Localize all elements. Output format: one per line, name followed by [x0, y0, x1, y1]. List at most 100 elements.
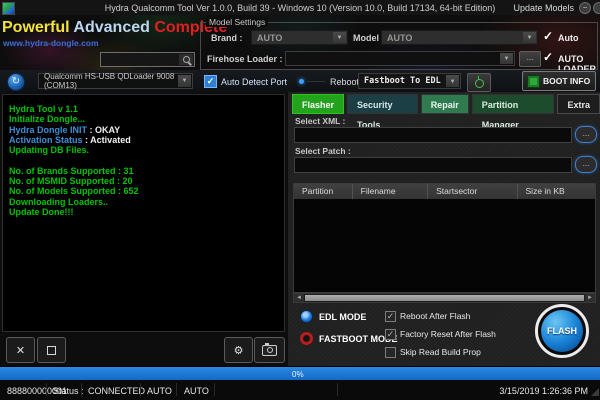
- tab-security-tools[interactable]: Security Tools: [347, 94, 418, 114]
- log-line: Hydra Dongle INIT : OKAY: [9, 125, 278, 135]
- column-partition[interactable]: Partition: [294, 184, 353, 199]
- chevron-down-icon[interactable]: ▼: [178, 75, 191, 87]
- select-patch-input[interactable]: [294, 157, 572, 173]
- port-bar: ↻ Qualcomm HS-USB QDLoader 9008 (COM13) …: [0, 70, 600, 93]
- minimize-button[interactable]: −: [579, 2, 591, 14]
- check-icon: ✓: [387, 329, 395, 339]
- reboot-after-flash-label: Reboot After Flash: [400, 311, 470, 321]
- header-area: Powerful Advanced Complete www.hydra-don…: [0, 15, 600, 70]
- log-line: Activation Status : Activated: [9, 135, 278, 145]
- log-line: Downloading Loaders..: [9, 197, 278, 207]
- status-label: Status :: [53, 386, 84, 396]
- log-key: Hydra Dongle INIT: [9, 125, 87, 135]
- boot-info-button[interactable]: BOOT INFO: [522, 71, 596, 91]
- log-line: Update Done!!!: [9, 207, 278, 217]
- search-input[interactable]: [100, 52, 195, 67]
- edl-mode-radio[interactable]: [300, 310, 313, 323]
- right-panel: Flasher Security Tools Repair Partition …: [288, 92, 600, 366]
- partition-table-body: [294, 199, 595, 292]
- timestamp: 3/15/2019 1:26:36 PM: [499, 386, 588, 396]
- model-select[interactable]: AUTO ▼: [381, 30, 538, 45]
- status-value: CONNECTED: [88, 386, 145, 396]
- flash-button-face: FLASH: [541, 310, 583, 352]
- log-console[interactable]: Hydra Tool v 1.1 Initialize Dongle... Hy…: [2, 94, 285, 332]
- firehose-browse-button[interactable]: ...: [519, 51, 541, 67]
- select-xml-input[interactable]: [294, 127, 572, 143]
- website-link[interactable]: www.hydra-dongle.com: [3, 38, 99, 48]
- refresh-port-icon[interactable]: ↻: [7, 73, 25, 91]
- model-settings-group: Model Settings Brand : AUTO ▼ Model : AU…: [200, 22, 598, 70]
- partition-table-header: Partition Filename Startsector Size in K…: [294, 184, 595, 199]
- column-startsector[interactable]: Startsector: [428, 184, 517, 199]
- tab-partition-manager[interactable]: Partition Manager: [472, 94, 555, 114]
- browse-patch-button[interactable]: ...: [575, 156, 597, 173]
- status-led-icon: [299, 79, 304, 84]
- scroll-left-icon[interactable]: ◄: [294, 294, 304, 302]
- brand-label: Brand :: [211, 33, 243, 43]
- chevron-down-icon[interactable]: ▼: [446, 75, 459, 87]
- brand-word-powerful: Powerful: [2, 19, 70, 36]
- factory-reset-after-flash-label: Factory Reset After Flash: [400, 329, 496, 339]
- auto-detect-port-label: Auto Detect Port: [221, 77, 287, 87]
- firehose-loader-label: Firehose Loader :: [207, 54, 283, 64]
- auto-detect-port-checkbox[interactable]: ✓: [204, 75, 217, 88]
- tab-flasher[interactable]: Flasher: [292, 94, 344, 114]
- reboot-after-flash-checkbox[interactable]: ✓: [385, 311, 396, 322]
- chevron-down-icon[interactable]: ▼: [500, 53, 513, 64]
- brand-select[interactable]: AUTO ▼: [251, 30, 348, 45]
- camera-icon: [262, 345, 277, 356]
- divider: [307, 81, 325, 82]
- auto-checkbox[interactable]: ✓: [543, 30, 553, 42]
- edl-mode-label: EDL MODE: [319, 312, 366, 322]
- stop-icon: [47, 346, 56, 355]
- chip-icon: [528, 76, 539, 87]
- partition-table[interactable]: Partition Filename Startsector Size in K…: [293, 183, 596, 293]
- hydra-tool-window: Hydra Qualcomm Tool Ver 1.0.0, Build 39 …: [0, 0, 600, 400]
- screenshot-button[interactable]: [254, 337, 285, 363]
- reboot-action-select[interactable]: Fastboot To EDL ▼: [358, 73, 461, 89]
- auto-loader-checkbox[interactable]: ✓: [543, 51, 553, 63]
- check-icon: ✓: [387, 311, 395, 321]
- update-models-button[interactable]: Update Models: [513, 3, 574, 13]
- scroll-right-icon[interactable]: ►: [585, 294, 595, 302]
- search-button[interactable]: [179, 54, 193, 65]
- brand-slogan: Powerful Advanced Complete: [2, 19, 227, 37]
- fastboot-mode-radio[interactable]: [300, 332, 313, 345]
- log-line: Initialize Dongle...: [9, 114, 278, 124]
- close-button[interactable]: [593, 2, 600, 14]
- flash-button[interactable]: FLASH: [535, 304, 589, 358]
- column-size-in-kb[interactable]: Size in KB: [518, 184, 595, 199]
- log-line: [9, 155, 278, 165]
- divider: [46, 383, 47, 396]
- log-key: Activation Status: [9, 135, 83, 145]
- log-line: Hydra Tool v 1.1: [9, 104, 278, 114]
- title-bar: Hydra Qualcomm Tool Ver 1.0.0, Build 39 …: [0, 0, 600, 16]
- stop-button[interactable]: [37, 337, 66, 363]
- select-patch-label: Select Patch :: [295, 146, 351, 156]
- chevron-down-icon[interactable]: ▼: [523, 32, 536, 43]
- table-horizontal-scrollbar[interactable]: ◄ ►: [293, 293, 596, 303]
- port-select[interactable]: Qualcomm HS-USB QDLoader 9008 (COM13) ▼: [38, 73, 193, 89]
- progress-bar: 0%: [0, 366, 600, 381]
- model-value: AUTO: [387, 33, 412, 43]
- firehose-loader-select[interactable]: ▼: [285, 51, 515, 66]
- power-icon: [475, 79, 484, 88]
- chevron-down-icon[interactable]: ▼: [333, 32, 346, 43]
- divider: [140, 383, 141, 396]
- skip-read-build-prop-checkbox[interactable]: ✓: [385, 347, 396, 358]
- tab-repair[interactable]: Repair: [421, 94, 469, 114]
- resize-grip[interactable]: [591, 388, 599, 396]
- column-filename[interactable]: Filename: [353, 184, 429, 199]
- cancel-button[interactable]: ✕: [6, 337, 35, 363]
- divider: [337, 383, 338, 396]
- reboot-label: Reboot: [330, 77, 359, 87]
- settings-button[interactable]: ⚙: [224, 337, 253, 363]
- factory-reset-after-flash-checkbox[interactable]: ✓: [385, 329, 396, 340]
- browse-xml-button[interactable]: ...: [575, 126, 597, 143]
- divider: [81, 383, 82, 396]
- scrollbar-thumb[interactable]: [305, 295, 584, 301]
- tab-extra[interactable]: Extra: [557, 94, 600, 114]
- tab-bar: Flasher Security Tools Repair Partition …: [292, 94, 600, 114]
- model-settings-label: Model Settings: [206, 17, 268, 27]
- reboot-execute-button[interactable]: [467, 73, 491, 92]
